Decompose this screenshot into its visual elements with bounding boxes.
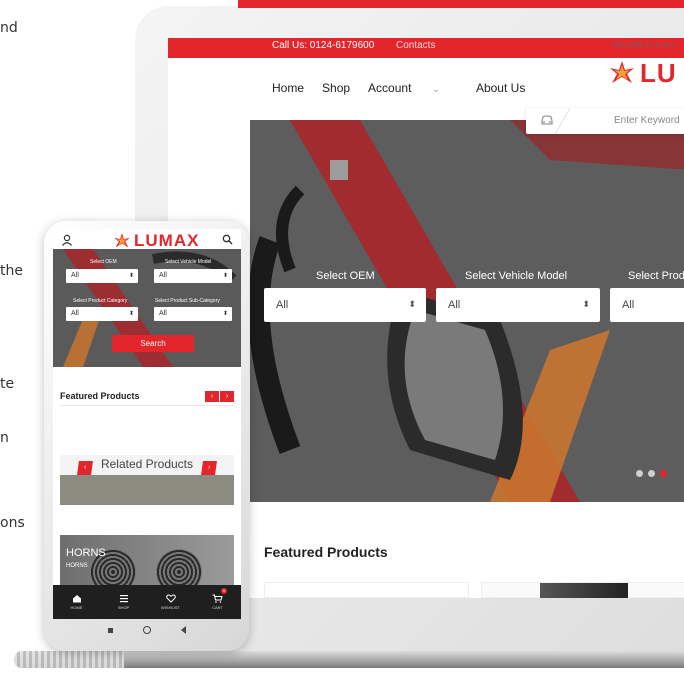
text-fragment: n [0,430,9,446]
tab-cart[interactable]: 0 CART [194,585,241,619]
select-subcategory-dropdown[interactable]: All ⬍ [154,307,232,321]
chevron-right-icon[interactable]: › [201,461,217,475]
chevron-down-icon: ⌄ [432,84,440,94]
divider [60,405,234,406]
text-fragment: the [0,263,23,279]
search-button[interactable]: Search [112,335,194,352]
horn-image [156,549,202,585]
home-icon [72,595,81,603]
recent-apps-icon[interactable] [108,627,113,633]
back-icon[interactable] [181,626,186,634]
nav-account[interactable]: Account ⌄ [368,81,458,95]
select-oem-label: Select OEM [316,270,375,282]
logo-star-icon [114,233,130,248]
nav-home[interactable]: Home [272,81,304,95]
carousel-dot-active[interactable] [660,470,667,477]
select-vehicle-dropdown[interactable]: All ⬍ [154,269,232,283]
dropdown-arrow-icon: ⬍ [582,299,590,309]
logo-text: LU [640,57,677,88]
product-card[interactable] [481,582,684,598]
phone-screen: LUMAX Select OEM Select Vehicle Model Al… [53,229,241,619]
select-product-value: All [622,299,635,311]
tab-home-label: HOME [70,605,83,610]
dropdown-arrow-icon: ⬍ [222,273,228,279]
carousel-dots [636,470,667,477]
select-category-value: All [71,310,79,317]
search-icon[interactable] [222,234,233,245]
text-fragment: te [0,376,15,392]
select-vehicle-label: Select Vehicle Model [165,259,212,265]
tab-home[interactable]: HOME [53,585,100,619]
carousel-dot[interactable] [636,470,643,477]
text-fragment: ons [0,515,25,531]
phone-system-nav [53,621,241,639]
dropdown-arrow-icon: ⬍ [222,311,228,317]
keyword-search-input[interactable]: Enter Keyword [614,115,680,126]
select-vehicle-dropdown[interactable]: All ⬍ [436,288,600,322]
top-bar: Call Us: 0124-6179600 Contacts [168,38,684,58]
select-category-label: Select Product Category [73,298,128,304]
nav-shop[interactable]: Shop [322,81,350,95]
dropdown-arrow-icon: ⬍ [128,273,134,279]
select-oem-label: Select OEM [90,259,117,265]
car-icon [541,115,553,125]
welcome-text: WELCOME TO LUMAX [613,43,677,49]
contacts-link[interactable]: Contacts [396,40,435,51]
laptop-base-grip [14,651,124,668]
nav-about[interactable]: About Us [476,81,525,95]
select-oem-value: All [71,272,79,279]
tab-cart-label: CART [212,605,223,610]
carousel-dot[interactable] [648,470,655,477]
search-divider [554,108,571,134]
featured-products-heading: Featured Products [60,391,140,401]
select-oem-dropdown[interactable]: All ⬍ [66,269,138,283]
horns-title: HORNS [66,547,106,559]
bottom-tab-bar: HOME SHOP WISHLIST 0 CART [53,585,241,619]
featured-nav: ‹ › [205,391,234,402]
nav-account-label: Account [368,81,412,95]
tab-shop-label: SHOP [117,605,130,610]
select-vehicle-value: All [448,299,461,311]
call-us-link[interactable]: Call Us: 0124-6179600 [272,40,374,51]
horns-subtitle: HORNS [66,563,88,569]
select-category-dropdown[interactable]: All ⬍ [66,307,138,321]
background-red-band [238,0,684,8]
tab-wishlist-label: WISHLIST [161,605,180,610]
main-nav: Home Shop Account ⌄ About Us [272,81,543,95]
select-oem-value: All [276,299,289,311]
home-button-icon[interactable] [143,626,151,634]
product-image [540,583,628,598]
select-product-label: Select Prod [628,270,684,282]
chevron-left-icon[interactable]: ‹ [205,391,219,402]
keyword-search-bar[interactable]: Enter Keyword [526,108,684,134]
select-vehicle-value: All [159,272,167,279]
select-subcategory-value: All [159,310,167,317]
brand-logo[interactable]: LU [608,58,677,88]
select-vehicle-label: Select Vehicle Model [465,270,568,282]
menu-icon [119,595,128,603]
select-subcategory-label: Select Product Sub-Category [155,298,220,304]
tab-wishlist[interactable]: WISHLIST [147,585,194,619]
logo-text: LUMAX [134,231,200,250]
brand-logo[interactable]: LUMAX [113,231,199,251]
cart-icon [212,594,223,603]
heart-icon [165,594,176,603]
horns-category-card[interactable]: HORNS HORNS [60,535,234,585]
dropdown-arrow-icon: ⬍ [408,299,416,309]
text-fragment: nd [0,20,18,36]
logo-star-icon [610,61,634,83]
user-icon[interactable] [61,234,73,246]
related-products-section: ‹ Related Products › [60,455,234,505]
featured-products-heading: Featured Products [264,544,388,560]
dropdown-arrow-icon: ⬍ [128,311,134,317]
cart-count-badge: 0 [221,588,227,594]
tab-shop[interactable]: SHOP [100,585,147,619]
select-product-dropdown[interactable]: All [610,288,684,322]
chevron-right-icon[interactable]: › [220,391,234,402]
product-card[interactable] [264,582,469,598]
select-oem-dropdown[interactable]: All ⬍ [264,288,426,322]
